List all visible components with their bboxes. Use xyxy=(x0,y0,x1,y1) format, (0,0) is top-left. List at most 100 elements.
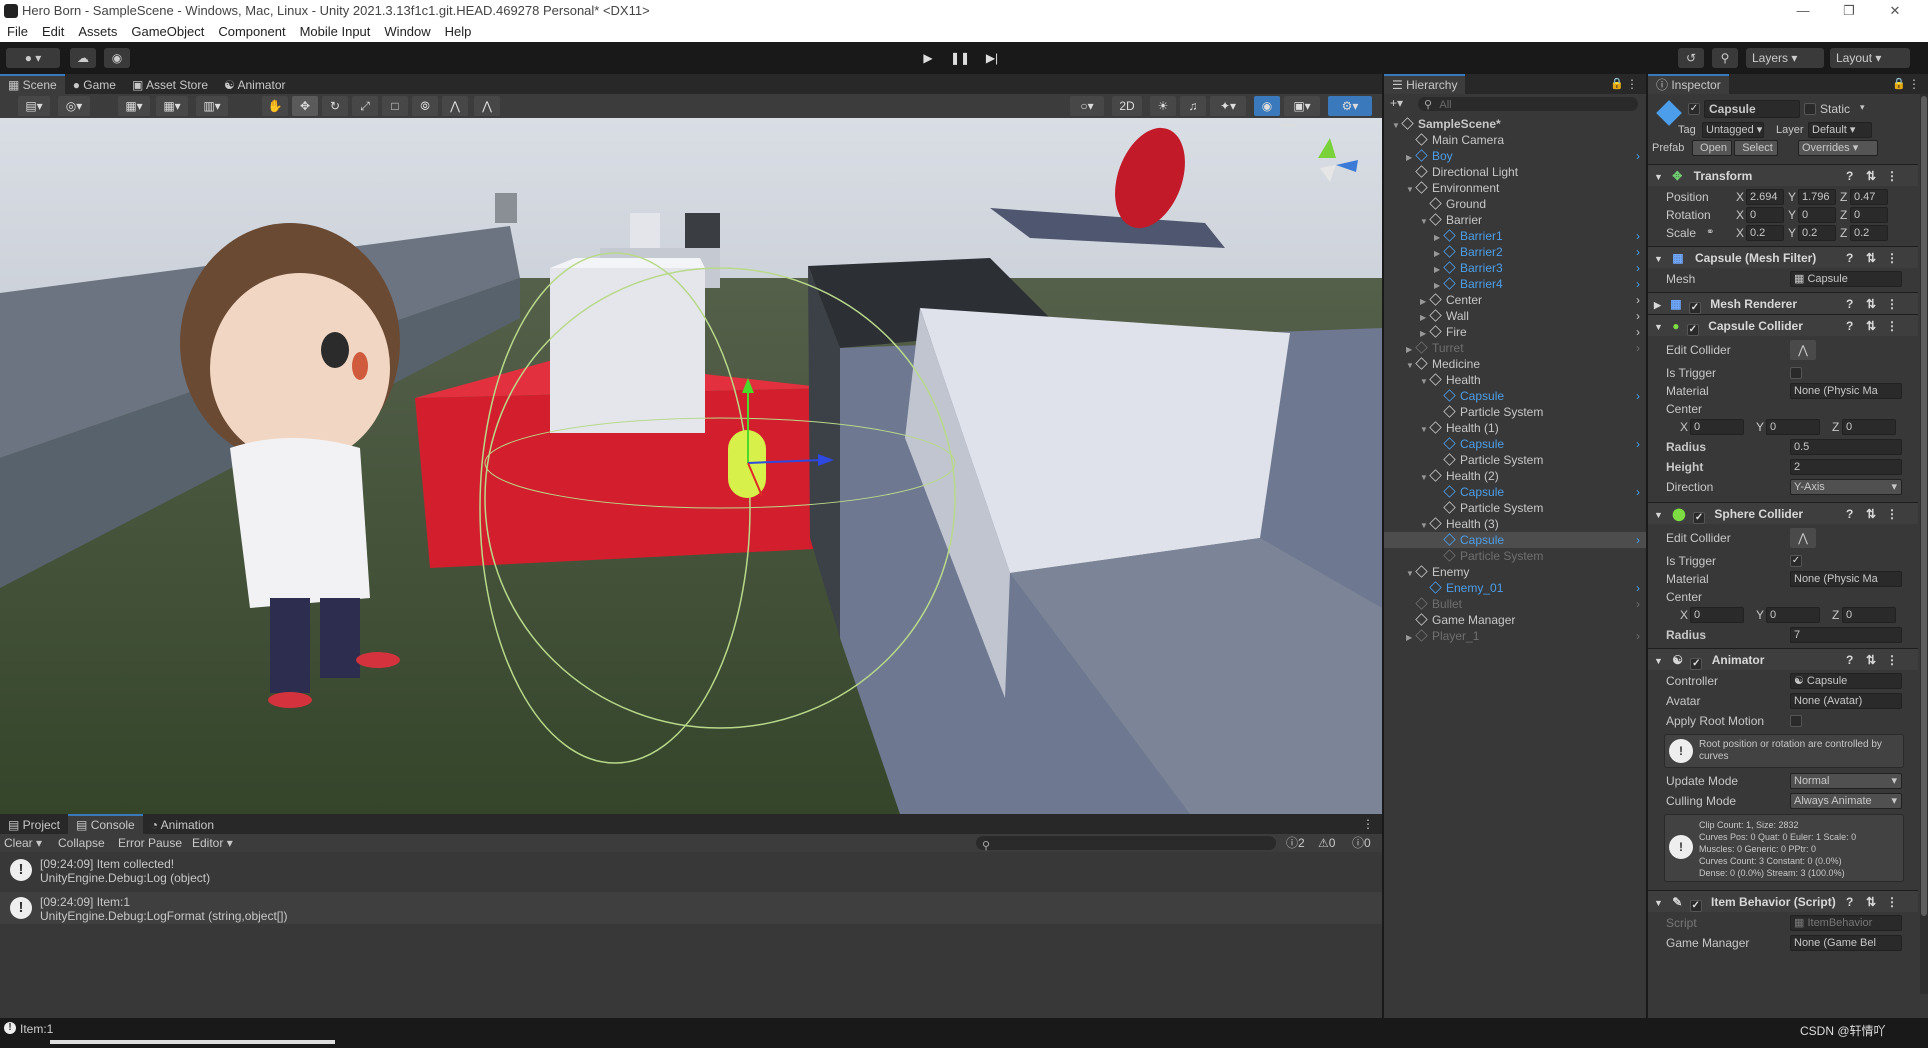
tab-project[interactable]: ▤ Project xyxy=(0,815,68,835)
hierarchy-item[interactable]: ▼ Health (2) xyxy=(1384,468,1646,484)
tab-inspector[interactable]: ⓘ Inspector xyxy=(1648,74,1729,94)
help-icon[interactable]: ? xyxy=(1846,293,1853,315)
update-mode-dropdown[interactable]: Normal ▾ xyxy=(1790,773,1902,789)
component-menu-icon[interactable]: ⋮ xyxy=(1886,503,1898,525)
component-menu-icon[interactable]: ⋮ xyxy=(1886,315,1898,337)
prefab-overrides-dropdown[interactable]: Overrides ▾ xyxy=(1798,140,1878,156)
rotation-y-field[interactable]: 0 xyxy=(1798,207,1836,223)
globe-icon[interactable]: ◎▾ xyxy=(58,96,90,116)
more-options-icon[interactable]: ⋮ xyxy=(1908,77,1920,91)
mesh-renderer-checkbox[interactable]: ✓ xyxy=(1688,302,1701,314)
hierarchy-item[interactable]: ▼ Barrier xyxy=(1384,212,1646,228)
position-y-field[interactable]: 1.796 xyxy=(1798,189,1836,205)
sphere-collider-checkbox[interactable]: ✓ xyxy=(1693,512,1706,524)
mode-2d-button[interactable]: 2D xyxy=(1112,96,1142,116)
avatar-field[interactable]: None (Avatar) xyxy=(1790,693,1902,709)
preset-icon[interactable]: ⇅ xyxy=(1866,891,1876,913)
game-manager-field[interactable]: None (Game Bel xyxy=(1790,935,1902,951)
component-menu-icon[interactable]: ⋮ xyxy=(1886,247,1898,269)
hierarchy-item[interactable]: Particle System xyxy=(1384,404,1646,420)
hierarchy-item[interactable]: ▶ Barrier2 › xyxy=(1384,244,1646,260)
status-message[interactable]: Item:1 xyxy=(20,1022,53,1036)
capsule-collider-checkbox[interactable]: ✓ xyxy=(1686,324,1699,336)
sc-radius-field[interactable]: 7 xyxy=(1790,627,1902,643)
maximize-icon[interactable]: ❐ xyxy=(1826,0,1872,22)
cc-direction-dropdown[interactable]: Y-Axis ▾ xyxy=(1790,479,1902,495)
tab-animator[interactable]: ☯ Animator xyxy=(216,75,293,95)
preset-icon[interactable]: ⇅ xyxy=(1866,649,1876,671)
hierarchy-item[interactable]: Ground xyxy=(1384,196,1646,212)
chevron-right-icon[interactable]: › xyxy=(1636,324,1640,340)
lock-icon[interactable]: 🔒 xyxy=(1610,77,1624,90)
effects-icon[interactable]: ✦▾ xyxy=(1210,96,1246,116)
hierarchy-item[interactable]: ▼ Health (3) xyxy=(1384,516,1646,532)
layers-dropdown[interactable]: Layers ▾ xyxy=(1746,48,1824,68)
capsule-collider-header[interactable]: ▼ ● ✓ Capsule Collider ? ⇅ ⋮ xyxy=(1648,314,1918,336)
hierarchy-item[interactable]: Enemy_01 › xyxy=(1384,580,1646,596)
menu-file[interactable]: File xyxy=(0,22,35,42)
active-checkbox[interactable]: ✓ xyxy=(1688,103,1700,115)
error-count-toggle[interactable]: ⓘ0 xyxy=(1352,834,1371,852)
pause-button[interactable]: ❚❚ xyxy=(948,48,972,68)
component-menu-icon[interactable]: ⋮ xyxy=(1886,293,1898,315)
hierarchy-item[interactable]: Particle System xyxy=(1384,452,1646,468)
preset-icon[interactable]: ⇅ xyxy=(1866,165,1876,187)
chevron-right-icon[interactable]: › xyxy=(1636,484,1640,500)
help-icon[interactable]: ? xyxy=(1846,891,1853,913)
help-icon[interactable]: ? xyxy=(1846,649,1853,671)
lock-icon[interactable]: 🔒 xyxy=(1892,77,1906,90)
collapse-button[interactable]: Collapse xyxy=(58,834,105,852)
play-button[interactable]: ▶ xyxy=(916,48,940,68)
hierarchy-item[interactable]: ▼ SampleScene* xyxy=(1384,116,1646,132)
hierarchy-search-input[interactable]: ⚲ All xyxy=(1418,97,1638,111)
clear-button[interactable]: Clear ▾ xyxy=(4,834,42,852)
more-options-icon[interactable]: ⋮ xyxy=(1626,77,1638,91)
hidden-objects-icon[interactable]: ◉ xyxy=(1254,96,1280,116)
hierarchy-item[interactable]: ▶ Center › xyxy=(1384,292,1646,308)
gizmos-icon[interactable]: ⚙▾ xyxy=(1328,96,1372,116)
cc-center-z-field[interactable]: 0 xyxy=(1842,419,1896,435)
controller-field[interactable]: ☯ Capsule xyxy=(1790,673,1902,689)
chevron-right-icon[interactable]: › xyxy=(1636,436,1640,452)
error-pause-button[interactable]: Error Pause xyxy=(118,834,182,852)
rotation-x-field[interactable]: 0 xyxy=(1746,207,1784,223)
chevron-right-icon[interactable]: › xyxy=(1636,308,1640,324)
preset-icon[interactable]: ⇅ xyxy=(1866,503,1876,525)
lighting-icon[interactable]: ☀ xyxy=(1150,96,1176,116)
chevron-right-icon[interactable]: › xyxy=(1636,580,1640,596)
hierarchy-item[interactable]: ▶ Barrier1 › xyxy=(1384,228,1646,244)
hierarchy-item[interactable]: ▼ Environment xyxy=(1384,180,1646,196)
hierarchy-item[interactable]: Game Manager xyxy=(1384,612,1646,628)
search-icon[interactable]: ⚲ xyxy=(1712,48,1738,68)
chevron-right-icon[interactable]: › xyxy=(1636,260,1640,276)
increment-snap-icon[interactable]: ▥▾ xyxy=(196,96,228,116)
hierarchy-item[interactable]: Main Camera xyxy=(1384,132,1646,148)
shading-icon[interactable]: ○▾ xyxy=(1070,96,1104,116)
cloud-icon[interactable]: ☁ xyxy=(70,48,96,68)
chevron-right-icon[interactable]: › xyxy=(1636,228,1640,244)
menu-mobile-input[interactable]: Mobile Input xyxy=(293,22,378,42)
chevron-right-icon[interactable]: › xyxy=(1636,292,1640,308)
sc-material-field[interactable]: None (Physic Ma xyxy=(1790,571,1902,587)
custom-tool-icon[interactable]: ⋀ xyxy=(474,96,500,116)
log-entry[interactable]: ! [09:24:09] Item collected! UnityEngine… xyxy=(0,854,1382,886)
hierarchy-item[interactable]: ▶ Barrier4 › xyxy=(1384,276,1646,292)
hierarchy-item[interactable]: ▶ Wall › xyxy=(1384,308,1646,324)
scale-tool-icon[interactable]: ⤢ xyxy=(352,96,378,116)
tab-scene[interactable]: ▦ Scene xyxy=(0,74,65,94)
culling-mode-dropdown[interactable]: Always Animate ▾ xyxy=(1790,793,1902,809)
cc-center-x-field[interactable]: 0 xyxy=(1690,419,1744,435)
mesh-renderer-header[interactable]: ▶ ▦ ✓ Mesh Renderer ? ⇅ ⋮ xyxy=(1648,292,1918,314)
menu-window[interactable]: Window xyxy=(377,22,437,42)
menu-component[interactable]: Component xyxy=(211,22,292,42)
menu-assets[interactable]: Assets xyxy=(71,22,124,42)
chevron-right-icon[interactable]: › xyxy=(1636,244,1640,260)
tab-console[interactable]: ▤ Console xyxy=(68,814,143,834)
chevron-right-icon[interactable]: › xyxy=(1636,148,1640,164)
hierarchy-item[interactable]: ▶ Barrier3 › xyxy=(1384,260,1646,276)
rect-tool-icon[interactable]: □ xyxy=(382,96,408,116)
mesh-filter-header[interactable]: ▼ ▦ Capsule (Mesh Filter) ? ⇅ ⋮ xyxy=(1648,246,1918,268)
tab-hierarchy[interactable]: ☰ Hierarchy xyxy=(1384,74,1466,94)
chevron-right-icon[interactable]: › xyxy=(1636,596,1640,612)
hierarchy-item[interactable]: Capsule › xyxy=(1384,484,1646,500)
